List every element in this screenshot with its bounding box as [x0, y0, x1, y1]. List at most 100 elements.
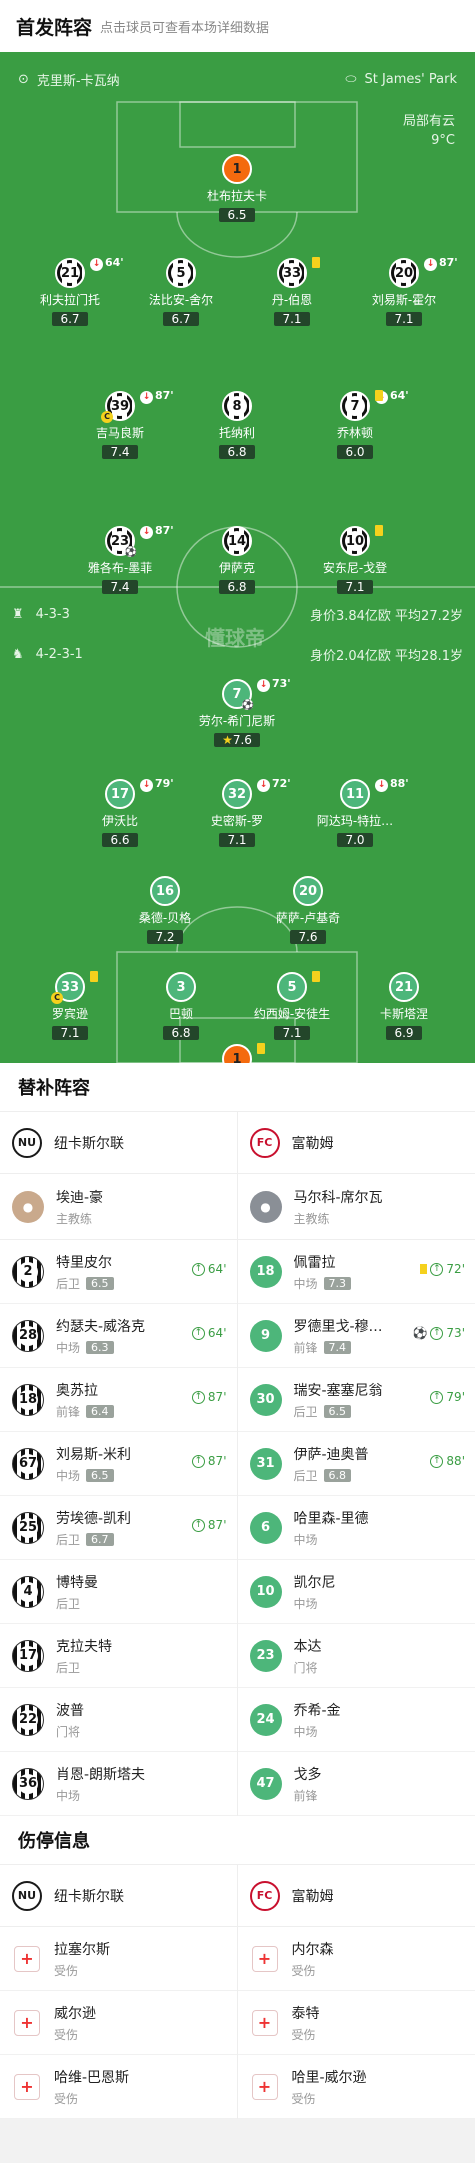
home-coach[interactable]: ● 埃迪-豪 主教练 [0, 1174, 237, 1240]
player-name: 萨萨-卢基奇 [275, 911, 341, 925]
pitch-player-ful[interactable]: 17 ↓ 79' 伊沃比 6.6 [65, 777, 175, 848]
sub-row[interactable]: 9 罗德里戈-穆… 前锋 7.4 ⚽ ↑ 73' [237, 1304, 475, 1368]
player-name: 丹-伯恩 [271, 293, 313, 307]
jersey-number: 5 [287, 979, 297, 995]
home-formation: 4-3-3 [35, 606, 70, 622]
pitch-player-ful[interactable]: 7 ↓ 73' ⚽ 劳尔-希门尼斯 ★7.6 [182, 677, 292, 748]
jersey-icon: 33 C [51, 971, 98, 1004]
jersey-number: 21 [60, 263, 80, 283]
sub-row[interactable]: 30 瑞安-塞塞尼翁 后卫 6.5 ↑ 79' [237, 1368, 475, 1432]
sub-position-row: 中场 7.3 [294, 1275, 352, 1292]
sub-name: 哈里森-里德 [293, 1510, 369, 1527]
pitch-player-nuf[interactable]: 1 杜布拉夫卡 6.5 [182, 154, 292, 223]
sub-row[interactable]: 10 凯尔尼 中场 [237, 1560, 475, 1624]
pitch-player-ful[interactable]: 11 ↓ 88' 阿达玛-特拉… 7.0 [300, 777, 410, 848]
pitch-player-nuf[interactable]: 14 伊萨克 6.8 [182, 526, 292, 595]
sub-row[interactable]: 25 劳埃德-凯利 后卫 6.7 ↑ 87' [0, 1496, 237, 1560]
pitch-player-nuf[interactable]: 33 丹-伯恩 7.1 [237, 257, 347, 327]
sub-in-icon: ↑ [430, 1390, 444, 1404]
sub-row[interactable]: 22 波普 门将 [0, 1688, 237, 1752]
sub-position: 中场 [56, 1340, 81, 1355]
sub-row[interactable]: 67 刘易斯-米利 中场 6.5 ↑ 87' [0, 1432, 237, 1496]
jersey-icon: 23 [249, 1639, 282, 1672]
jersey-icon: 33 [277, 257, 320, 288]
pitch-player-nuf[interactable]: 39 ↓ 87' C 吉马良斯 7.4 [65, 389, 175, 460]
pitch-player-ful[interactable]: 20 萨萨-卢基奇 7.6 [253, 876, 363, 945]
pitch-player-nuf[interactable]: 21 ↓ 64' 利夫拉门托 6.7 [15, 256, 125, 327]
sub-name: 乔希-金 [293, 1702, 341, 1719]
injury-row[interactable]: + 泰特 受伤 [237, 1991, 475, 2055]
injury-player-name: 哈里-威尔逊 [291, 2069, 367, 2086]
stadium-icon: ⬭ [345, 71, 357, 87]
home-team-header[interactable]: NU 纽卡斯尔联 [0, 1112, 237, 1174]
jersey-number: 2 [18, 1261, 38, 1282]
sub-row[interactable]: 24 乔希-金 中场 [237, 1688, 475, 1752]
pitch-player-ful[interactable]: 32 ↓ 72' 史密斯-罗 7.1 [182, 777, 292, 848]
pitch-player-ful[interactable]: 3 巴顿 6.8 [126, 972, 236, 1041]
sub-row[interactable]: 36 肖恩-朗斯塔夫 中场 [0, 1752, 237, 1816]
pitch-player-nuf[interactable]: 5 法比安-舍尔 6.7 [126, 258, 236, 327]
page-header: 首发阵容 点击球员可查看本场详细数据 [0, 0, 475, 52]
sub-row[interactable]: 23 本达 门将 [237, 1624, 475, 1688]
sub-row[interactable]: 31 伊萨-迪奥普 后卫 6.8 ↑ 88' [237, 1432, 475, 1496]
jersey-icon: 5 [166, 258, 196, 288]
sub-out-icon: ↓ [140, 779, 153, 792]
pitch-player-nuf[interactable]: 20 ↓ 87' 刘易斯-霍尔 7.1 [349, 256, 459, 327]
sub-position: 门将 [56, 1724, 81, 1739]
away-injury-team-header[interactable]: FC 富勒姆 [237, 1865, 475, 1927]
pitch-player-ful[interactable]: 21 卡斯塔涅 6.9 [349, 972, 459, 1041]
sub-row[interactable]: 18 奥苏拉 前锋 6.4 ↑ 87' [0, 1368, 237, 1432]
injury-info: 泰特 受伤 [292, 2003, 320, 2043]
pitch-player-ful[interactable]: 1莱诺7.3 [182, 1043, 292, 1064]
sub-time: 87' [439, 256, 458, 269]
pitch-player-nuf[interactable]: 10 安东尼-戈登 7.1 [300, 525, 410, 595]
injury-row[interactable]: + 拉塞尔斯 受伤 [0, 1927, 237, 1991]
sub-in-info: ↑ 64' [191, 1326, 227, 1340]
home-subs-list: 2 特里皮尔 后卫 6.5 ↑ 64' 28 约瑟夫-威洛克 中场 6.3 ↑ 64' 18 奥苏拉 前锋 6… [0, 1240, 237, 1816]
sub-row[interactable]: 47 戈多 前锋 [237, 1752, 475, 1816]
sub-row[interactable]: 6 哈里森-里德 中场 [237, 1496, 475, 1560]
jersey-number: 30 [256, 1392, 275, 1407]
yellow-card-icon [90, 971, 98, 982]
sub-row[interactable]: 2 特里皮尔 后卫 6.5 ↑ 64' [0, 1240, 237, 1304]
sub-row[interactable]: 17 克拉夫特 后卫 [0, 1624, 237, 1688]
pitch-player-ful[interactable]: 16 桑德-贝格 7.2 [110, 876, 220, 945]
sub-rating: 7.3 [323, 1276, 352, 1290]
pitch-player-nuf[interactable]: 7↓64' 乔林顿 6.0 [300, 389, 410, 460]
away-team-header[interactable]: FC 富勒姆 [237, 1112, 475, 1174]
sub-name: 克拉夫特 [56, 1638, 112, 1655]
pitch-player-nuf[interactable]: 8 托纳利 6.8 [182, 391, 292, 460]
sub-row[interactable]: 4 博特曼 后卫 [0, 1560, 237, 1624]
star-icon: ★ [222, 733, 233, 747]
sub-row[interactable]: 18 佩雷拉 中场 7.3 ↑ 72' [237, 1240, 475, 1304]
sub-name: 约瑟夫-威洛克 [56, 1318, 146, 1335]
sub-row[interactable]: 28 约瑟夫-威洛克 中场 6.3 ↑ 64' [0, 1304, 237, 1368]
sub-info: 特里皮尔 后卫 6.5 [56, 1252, 114, 1292]
home-injury-team-header[interactable]: NU 纽卡斯尔联 [0, 1865, 237, 1927]
sub-in-icon: ↑ [191, 1262, 205, 1276]
sub-position: 中场 [293, 1596, 318, 1611]
sub-in-time: 79' [446, 1390, 465, 1404]
injury-player-name: 拉塞尔斯 [54, 1941, 110, 1958]
rating-value: 6.0 [345, 445, 365, 459]
injury-row[interactable]: + 内尔森 受伤 [237, 1927, 475, 1991]
sub-time: 72' [272, 777, 291, 790]
home-coach-role: 主教练 [56, 1211, 93, 1226]
sub-info: 罗德里戈-穆… 前锋 7.4 [294, 1316, 383, 1356]
pitch-player-ful[interactable]: 33 C 罗宾逊 7.1 [15, 971, 125, 1041]
goal-ball-icon: ⚽ [241, 700, 254, 711]
jersey-number: 1 [232, 1051, 242, 1064]
sub-position-row: 后卫 6.5 [56, 1275, 114, 1292]
away-coach[interactable]: ● 马尔科-席尔瓦 主教练 [237, 1174, 475, 1240]
sub-info: 波普 门将 [56, 1700, 84, 1740]
captain-icon: C [101, 411, 113, 423]
injury-row[interactable]: + 哈维-巴恩斯 受伤 [0, 2055, 237, 2119]
sub-time: 73' [272, 677, 291, 690]
injury-row[interactable]: + 哈里-威尔逊 受伤 [237, 2055, 475, 2119]
jersey-icon: 20 [293, 876, 323, 906]
pitch-player-nuf[interactable]: 23 ↓ 87' ⚽ 雅各布-墨菲 7.4 [65, 524, 175, 595]
injury-row[interactable]: + 威尔逊 受伤 [0, 1991, 237, 2055]
sub-in-icon: ↑ [430, 1326, 444, 1340]
pitch-player-ful[interactable]: 5 约西姆-安徒生 7.1 [237, 971, 347, 1041]
injury-status: 受伤 [54, 1963, 79, 1978]
